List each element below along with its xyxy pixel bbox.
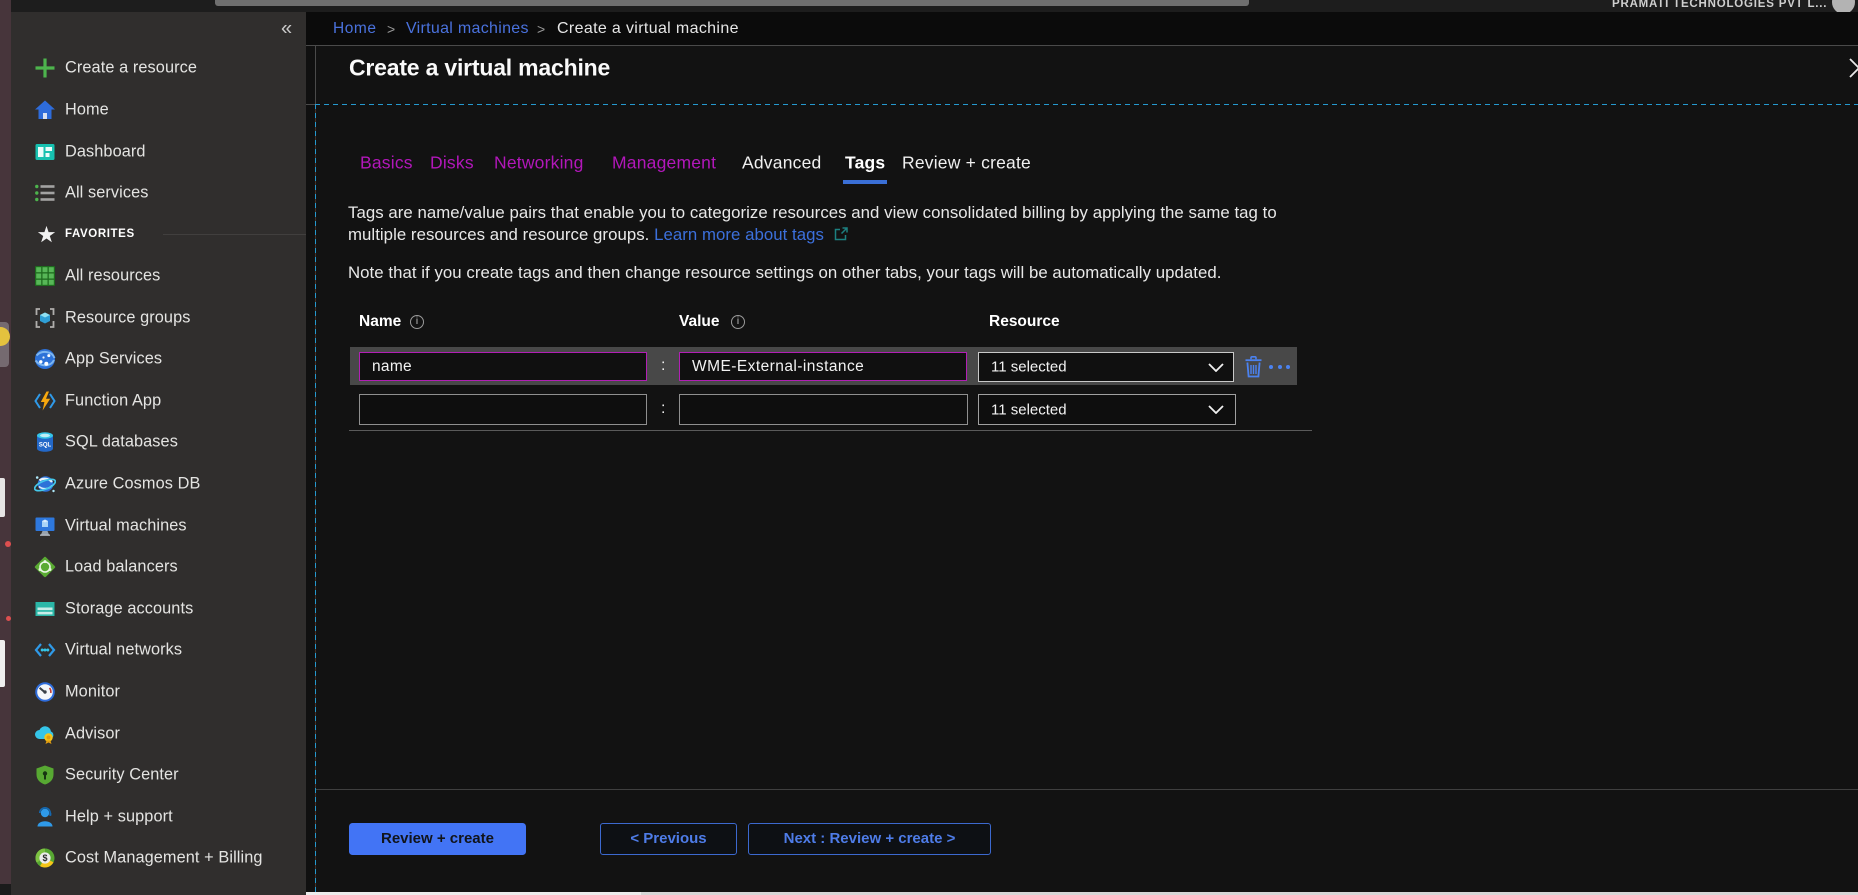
svg-text:SQL: SQL	[39, 443, 52, 449]
svg-text:$: $	[42, 854, 47, 864]
